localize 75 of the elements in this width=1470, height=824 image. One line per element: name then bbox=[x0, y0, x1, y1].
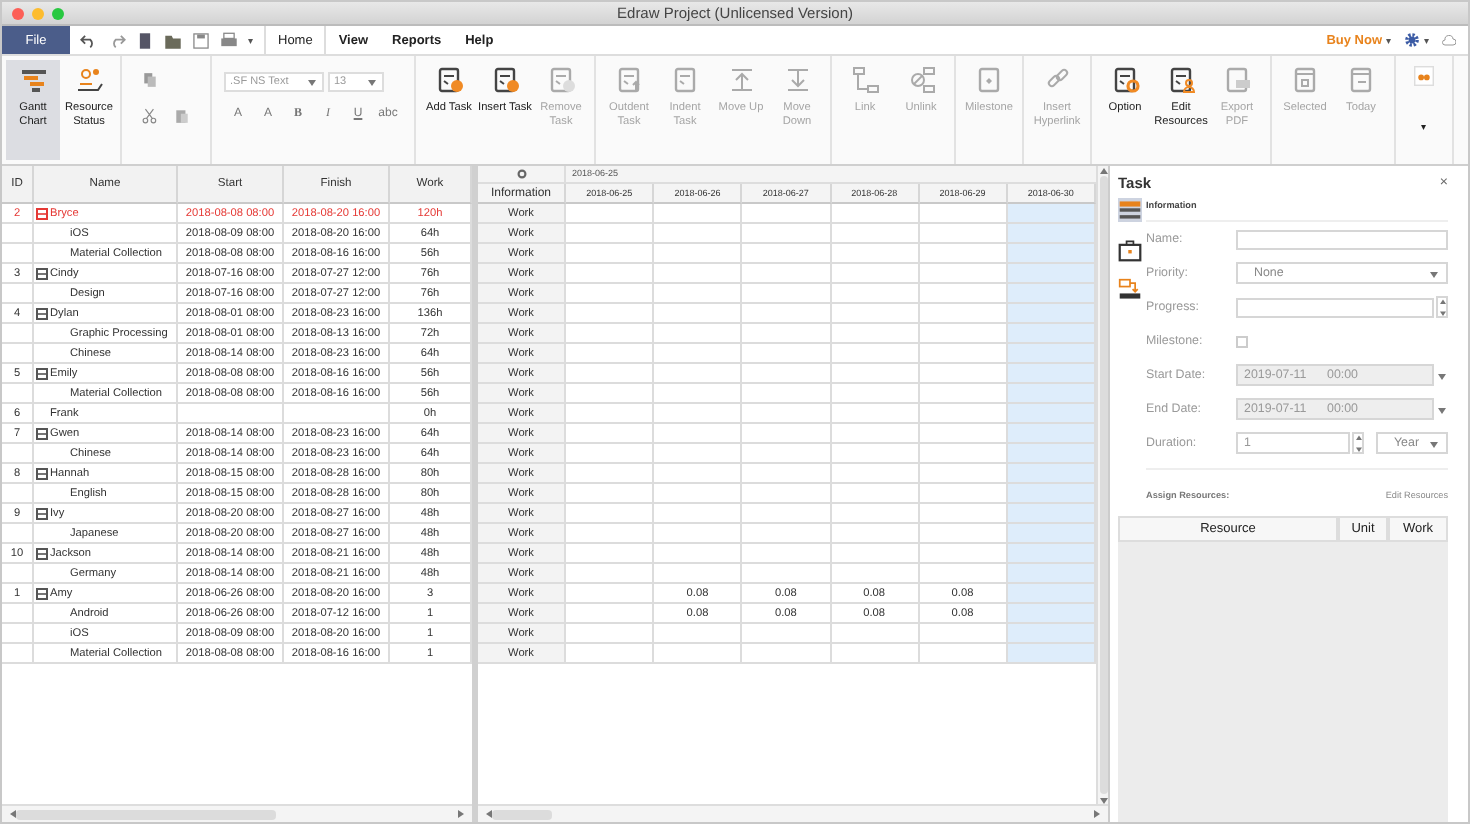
milestone-icon bbox=[975, 66, 1003, 94]
edit-resources-icon bbox=[1167, 66, 1195, 94]
document-icon bbox=[136, 31, 154, 49]
collapse-icon[interactable] bbox=[36, 587, 48, 599]
id-cell bbox=[2, 444, 34, 464]
id-cell bbox=[2, 564, 34, 584]
save-icon bbox=[192, 31, 210, 49]
scroll-arrow-icon[interactable] bbox=[1099, 166, 1107, 174]
cloud-icon bbox=[1442, 33, 1456, 47]
indent-icon bbox=[671, 66, 699, 94]
id-cell bbox=[2, 244, 34, 264]
collapse-icon[interactable] bbox=[36, 547, 48, 559]
id-cell bbox=[2, 284, 34, 304]
progress-field[interactable] bbox=[1236, 297, 1434, 317]
selected-icon bbox=[1291, 66, 1319, 94]
name-field[interactable] bbox=[1236, 229, 1448, 249]
gantt-chart-icon bbox=[19, 66, 47, 94]
move-down-icon bbox=[783, 66, 811, 94]
id-cell bbox=[2, 344, 34, 364]
scissors-icon bbox=[142, 108, 158, 124]
unlink-icon bbox=[907, 66, 935, 94]
id-cell bbox=[2, 624, 34, 644]
id-cell bbox=[2, 604, 34, 624]
id-cell bbox=[2, 324, 34, 344]
scroll-arrow-icon[interactable] bbox=[484, 810, 492, 818]
remove-task-icon bbox=[547, 66, 575, 94]
paste-icon bbox=[174, 108, 190, 124]
caret-icon[interactable] bbox=[307, 78, 315, 86]
outdent-icon bbox=[615, 66, 643, 94]
collapse-icon[interactable] bbox=[36, 467, 48, 479]
list-icon bbox=[1118, 198, 1142, 222]
scrollbar-thumb[interactable] bbox=[16, 809, 276, 819]
id-cell bbox=[2, 384, 34, 404]
spin-down-icon[interactable] bbox=[1355, 446, 1361, 452]
finish-cell bbox=[284, 404, 390, 424]
binoculars-icon bbox=[1414, 66, 1434, 86]
collapse-icon[interactable] bbox=[36, 267, 48, 279]
id-cell bbox=[2, 644, 34, 664]
scroll-arrow-icon[interactable] bbox=[8, 810, 16, 818]
collapse-icon[interactable] bbox=[36, 307, 48, 319]
calendar-icon bbox=[1347, 66, 1375, 94]
id-cell bbox=[2, 484, 34, 504]
caret-icon[interactable] bbox=[1437, 405, 1445, 413]
link-icon bbox=[851, 66, 879, 94]
scrollbar-thumb[interactable] bbox=[492, 809, 552, 819]
move-up-icon bbox=[727, 66, 755, 94]
caret-icon[interactable] bbox=[1429, 269, 1437, 277]
collapse-icon[interactable] bbox=[36, 427, 48, 439]
scroll-arrow-icon[interactable] bbox=[458, 810, 466, 818]
insert-task-icon bbox=[491, 66, 519, 94]
add-task-icon bbox=[435, 66, 463, 94]
briefcase-icon bbox=[1118, 238, 1142, 262]
spin-up-icon[interactable] bbox=[1355, 434, 1361, 440]
copy-icon bbox=[142, 72, 158, 88]
scrollbar-thumb[interactable] bbox=[1099, 176, 1107, 794]
transfer-icon bbox=[1118, 278, 1142, 302]
people-icon bbox=[75, 66, 103, 94]
print-icon bbox=[220, 31, 238, 49]
id-cell bbox=[2, 224, 34, 244]
collapse-icon[interactable] bbox=[36, 207, 48, 219]
folder-icon bbox=[164, 31, 182, 49]
caret-icon[interactable] bbox=[1429, 439, 1437, 447]
spin-down-icon[interactable] bbox=[1439, 310, 1445, 316]
redo-icon bbox=[108, 31, 126, 49]
id-cell bbox=[2, 524, 34, 544]
caret-icon[interactable] bbox=[367, 78, 375, 86]
collapse-icon[interactable] bbox=[36, 507, 48, 519]
caret-icon[interactable] bbox=[1437, 371, 1445, 379]
pdf-icon bbox=[1223, 66, 1251, 94]
spin-up-icon[interactable] bbox=[1439, 298, 1445, 304]
collapse-icon[interactable] bbox=[36, 367, 48, 379]
option-icon bbox=[1111, 66, 1139, 94]
start-cell bbox=[178, 404, 284, 424]
milestone-checkbox[interactable] bbox=[1236, 335, 1248, 347]
undo-icon bbox=[80, 31, 98, 49]
